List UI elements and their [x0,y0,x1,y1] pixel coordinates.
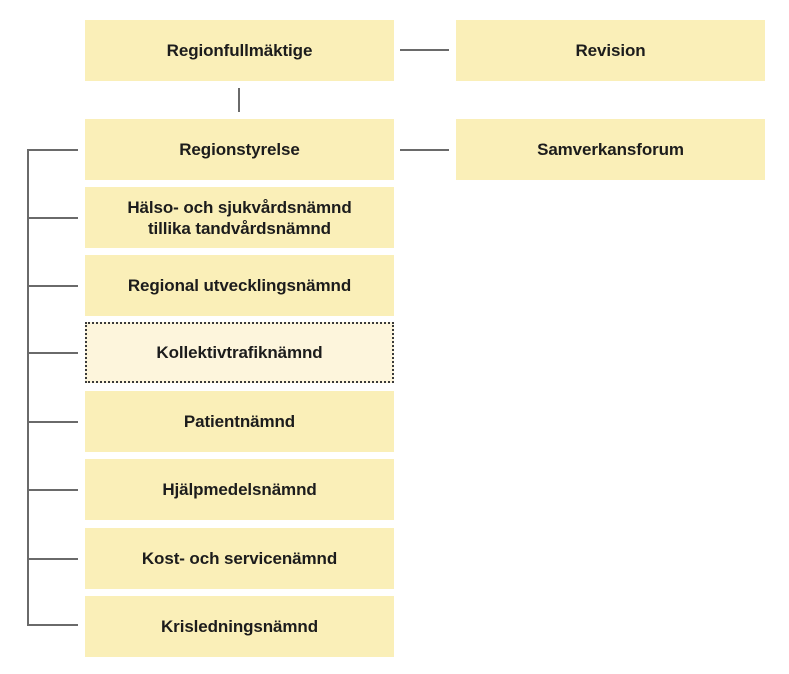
box-label: Regionstyrelse [179,140,300,159]
box-samverkansforum: Samverkansforum [456,119,765,180]
connector-revision [400,49,449,51]
tree-spine [27,149,29,625]
branch-regional-utveckling [27,285,78,287]
box-label: Samverkansforum [537,140,684,159]
box-revision: Revision [456,20,765,81]
branch-kost-service [27,558,78,560]
branch-halso-sjukvard [27,217,78,219]
box-halso-och-sjukvardsnamnd: Hälso- och sjukvårdsnämnd tillika tandvå… [85,187,394,248]
box-hjalpmedelsnamnd: Hjälpmedelsnämnd [85,459,394,520]
branch-patient [27,421,78,423]
box-label: Kost- och servicenämnd [141,549,338,568]
box-label: Regionfullmäktige [166,41,313,60]
box-regional-utvecklingsnamnd: Regional utvecklingsnämnd [85,255,394,316]
box-label: Regional utvecklingsnämnd [127,276,352,295]
box-kost-och-servicenamnd: Kost- och servicenämnd [85,528,394,589]
box-label: Hjälpmedelsnämnd [162,480,317,499]
branch-kollektivtrafik [27,352,78,354]
box-label: Hälso- och sjukvårdsnämnd tillika tandvå… [127,197,351,239]
box-kollektivtrafiknamnd: Kollektivtrafiknämnd [85,322,394,383]
box-label: Kollektivtrafiknämnd [156,343,323,362]
box-label-line1: Hälso- och sjukvårdsnämnd [127,197,352,217]
box-regionfullmaktige: Regionfullmäktige [85,20,394,81]
branch-regionstyrelse [27,149,78,151]
branch-krisledning [27,624,78,626]
box-label: Revision [575,41,646,60]
box-label: Patientnämnd [183,412,296,431]
box-label: Krisledningsnämnd [161,617,318,636]
connector-samverkansforum [400,149,449,151]
box-krisledningsnamnd: Krisledningsnämnd [85,596,394,657]
connector-fullmaktige-styrelse [238,88,240,112]
box-label-line2: tillika tandvårdsnämnd [148,218,331,238]
box-regionstyrelse: Regionstyrelse [85,119,394,180]
branch-hjalpmedel [27,489,78,491]
box-patientnamnd: Patientnämnd [85,391,394,452]
